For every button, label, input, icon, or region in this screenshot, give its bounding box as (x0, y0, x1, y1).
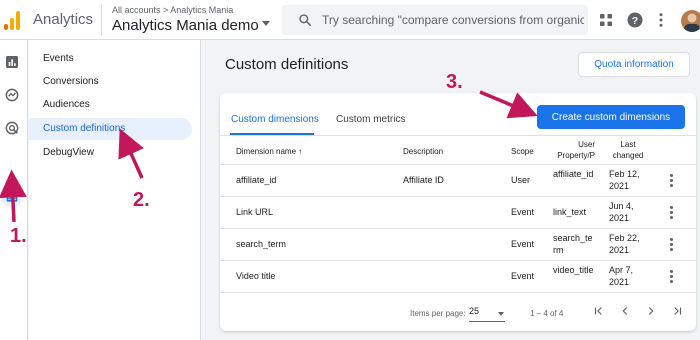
create-custom-dimensions-button[interactable]: Create custom dimensions (537, 105, 685, 129)
annotation-step-1: 1. (10, 225, 27, 247)
sidenav-item-events[interactable]: Events (29, 48, 192, 70)
property-selector[interactable]: Analytics Mania demo (112, 17, 259, 34)
table-row-divider (220, 292, 696, 293)
sidenav-item-audiences[interactable]: Audiences (29, 94, 192, 116)
row-parameter: search_term (553, 233, 593, 255)
header-divider (101, 4, 102, 36)
row-last-changed: Feb 12, 2021 (609, 169, 640, 191)
row-description: Affiliate ID (403, 175, 444, 185)
configure-side-nav: Events Conversions Audiences Custom defi… (29, 40, 201, 340)
chevron-down-icon[interactable] (262, 21, 270, 26)
left-rail (0, 40, 28, 340)
row-more-icon[interactable] (670, 270, 674, 284)
configure-icon[interactable] (4, 189, 20, 205)
apps-grid-icon[interactable] (597, 11, 615, 29)
row-last-changed: Apr 7, 2021 (609, 265, 634, 287)
column-header-dimension-name[interactable]: Dimension name ↑ (236, 146, 302, 157)
reports-icon[interactable] (4, 54, 20, 70)
sidenav-item-custom-definitions[interactable]: Custom definitions (29, 118, 192, 140)
quota-information-button[interactable]: Quota information (578, 52, 690, 77)
table-row-divider (220, 196, 696, 197)
row-scope: Event (511, 239, 535, 249)
row-last-changed: Feb 22, 2021 (609, 233, 640, 255)
next-page-icon[interactable] (644, 304, 658, 318)
column-header-property[interactable]: User Property/P (553, 139, 595, 161)
row-parameter: link_text (553, 207, 587, 217)
search-input[interactable] (322, 5, 584, 35)
annotation-step-2: 2. (133, 189, 150, 211)
row-dimension-name[interactable]: Link URL (236, 206, 273, 218)
advertising-icon[interactable] (4, 120, 20, 136)
annotation-step-3: 3. (446, 71, 463, 93)
page-title: Custom definitions (225, 56, 349, 73)
analytics-logo-icon[interactable] (4, 10, 22, 30)
row-more-icon[interactable] (670, 238, 674, 252)
row-dimension-name[interactable]: affiliate_id (236, 174, 276, 186)
custom-definitions-card: Custom dimensions Custom metrics Create … (220, 93, 696, 331)
explore-icon[interactable] (4, 87, 20, 103)
row-dimension-name[interactable]: Video title (236, 270, 275, 282)
help-icon[interactable]: ? (626, 11, 644, 29)
avatar[interactable] (681, 10, 700, 32)
search-icon (299, 14, 312, 27)
table-row-divider (220, 260, 696, 261)
column-header-last-changed[interactable]: Last changed (610, 139, 646, 161)
chevron-down-icon[interactable] (498, 312, 504, 316)
table-row-divider (220, 228, 696, 229)
top-bar: Analytics All accounts > Analytics Mania… (0, 0, 700, 40)
table-divider (220, 164, 696, 165)
row-scope: Event (511, 207, 535, 217)
last-page-icon[interactable] (670, 304, 684, 318)
svg-text:?: ? (632, 15, 638, 27)
row-parameter: affiliate_id (553, 169, 594, 179)
tabs-divider (220, 135, 696, 136)
row-scope: Event (511, 271, 535, 281)
sidenav-item-debugview[interactable]: DebugView (29, 142, 192, 164)
sidenav-item-conversions[interactable]: Conversions (29, 71, 192, 93)
column-header-scope[interactable]: Scope (511, 146, 534, 157)
first-page-icon[interactable] (592, 304, 606, 318)
row-dimension-name[interactable]: search_term (236, 238, 286, 250)
tab-custom-dimensions[interactable]: Custom dimensions (231, 114, 319, 125)
arrow-up-icon: ↑ (298, 147, 303, 156)
previous-page-icon[interactable] (618, 304, 632, 318)
column-header-description[interactable]: Description (403, 146, 443, 157)
column-header-label: Dimension name (236, 147, 297, 156)
tab-custom-metrics[interactable]: Custom metrics (336, 114, 405, 125)
more-vert-icon[interactable] (652, 11, 670, 29)
row-parameter: video_title (553, 265, 594, 275)
row-more-icon[interactable] (670, 206, 674, 220)
row-last-changed: Jun 4, 2021 (609, 201, 634, 223)
app-name: Analytics (33, 11, 94, 28)
breadcrumb[interactable]: All accounts > Analytics Mania (112, 5, 233, 15)
row-scope: User (511, 175, 531, 185)
items-per-page-label: Items per page: (410, 309, 466, 318)
row-more-icon[interactable] (670, 174, 674, 188)
pagination-range: 1 – 4 of 4 (530, 309, 564, 318)
user-avatar-icon (684, 13, 700, 32)
search-bar[interactable] (282, 5, 588, 35)
